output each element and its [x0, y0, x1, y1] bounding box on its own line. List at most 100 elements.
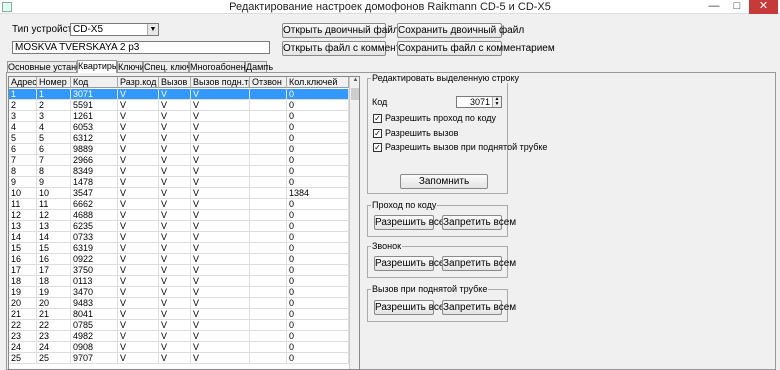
- table-cell[interactable]: 0: [287, 122, 349, 133]
- table-row[interactable]: 15 15 6319 V V V 0: [9, 243, 349, 254]
- table-cell[interactable]: 24: [37, 342, 71, 353]
- table-cell[interactable]: 6235: [71, 221, 118, 232]
- table-cell[interactable]: 1: [37, 89, 71, 100]
- table-cell[interactable]: V: [118, 122, 159, 133]
- table-cell[interactable]: 1: [9, 89, 37, 100]
- table-cell[interactable]: [250, 320, 287, 331]
- table-cell[interactable]: 2: [37, 100, 71, 111]
- allow-handset-call-label[interactable]: Разрешить вызов при поднятой трубке: [385, 142, 547, 152]
- table-row[interactable]: 24 24 0908 V V V 0: [9, 342, 349, 353]
- open-commented-button[interactable]: Открыть файл с комментарием: [282, 41, 429, 56]
- table-cell[interactable]: [250, 309, 287, 320]
- table-cell[interactable]: 0: [287, 155, 349, 166]
- table-cell[interactable]: V: [191, 122, 250, 133]
- table-cell[interactable]: 0: [287, 221, 349, 232]
- table-cell[interactable]: 10: [37, 188, 71, 199]
- table-cell[interactable]: 25: [37, 353, 71, 364]
- table-cell[interactable]: 0: [287, 133, 349, 144]
- table-cell[interactable]: V: [159, 133, 191, 144]
- table-cell[interactable]: 4688: [71, 210, 118, 221]
- table-cell[interactable]: 3071: [71, 89, 118, 100]
- table-cell[interactable]: [250, 166, 287, 177]
- table-cell[interactable]: [250, 133, 287, 144]
- column-header[interactable]: Вызов подн.тр.: [191, 77, 250, 88]
- table-cell[interactable]: V: [159, 331, 191, 342]
- table-cell[interactable]: [250, 111, 287, 122]
- table-cell[interactable]: V: [191, 309, 250, 320]
- table-cell[interactable]: [250, 265, 287, 276]
- table-cell[interactable]: 6312: [71, 133, 118, 144]
- table-cell[interactable]: V: [159, 254, 191, 265]
- column-header[interactable]: Адрес: [9, 77, 37, 88]
- table-cell[interactable]: V: [118, 331, 159, 342]
- table-cell[interactable]: [250, 287, 287, 298]
- table-cell[interactable]: V: [159, 155, 191, 166]
- table-cell[interactable]: 22: [37, 320, 71, 331]
- table-cell[interactable]: 0: [287, 320, 349, 331]
- table-cell[interactable]: 0785: [71, 320, 118, 331]
- table-cell[interactable]: 0: [287, 287, 349, 298]
- table-cell[interactable]: 4: [9, 122, 37, 133]
- table-cell[interactable]: 21: [9, 309, 37, 320]
- table-cell[interactable]: 3: [9, 111, 37, 122]
- table-cell[interactable]: V: [191, 210, 250, 221]
- tab-flats[interactable]: Квартиры: [77, 60, 118, 73]
- table-cell[interactable]: V: [159, 100, 191, 111]
- table-cell[interactable]: V: [159, 265, 191, 276]
- table-cell[interactable]: 0: [287, 276, 349, 287]
- table-cell[interactable]: 0: [287, 166, 349, 177]
- table-cell[interactable]: 0: [287, 199, 349, 210]
- table-cell[interactable]: 3750: [71, 265, 118, 276]
- table-row[interactable]: 16 16 0922 V V V 0: [9, 254, 349, 265]
- allow-code-checkbox[interactable]: ✓: [373, 114, 382, 123]
- table-cell[interactable]: 14: [37, 232, 71, 243]
- table-cell[interactable]: V: [159, 89, 191, 100]
- table-cell[interactable]: 14: [9, 232, 37, 243]
- table-cell[interactable]: V: [118, 353, 159, 364]
- table-cell[interactable]: V: [191, 89, 250, 100]
- table-row[interactable]: 4 4 6053 V V V 0: [9, 122, 349, 133]
- table-cell[interactable]: 11: [9, 199, 37, 210]
- save-binary-button[interactable]: Сохранить двоичный файл: [397, 23, 524, 38]
- table-cell[interactable]: [250, 353, 287, 364]
- allow-all-ring-button[interactable]: Разрешить всем: [374, 256, 451, 271]
- table-cell[interactable]: 0922: [71, 254, 118, 265]
- column-header[interactable]: Вызов: [159, 77, 191, 88]
- table-cell[interactable]: 0: [287, 111, 349, 122]
- code-spinner[interactable]: 3071 ▲ ▼: [456, 96, 502, 108]
- table-cell[interactable]: V: [118, 243, 159, 254]
- table-row[interactable]: 14 14 0733 V V V 0: [9, 232, 349, 243]
- table-cell[interactable]: 3470: [71, 287, 118, 298]
- table-cell[interactable]: V: [159, 320, 191, 331]
- table-cell[interactable]: V: [159, 166, 191, 177]
- table-cell[interactable]: V: [191, 166, 250, 177]
- table-cell[interactable]: [250, 232, 287, 243]
- table-row[interactable]: 1 1 3071 V V V 0: [9, 89, 349, 100]
- table-cell[interactable]: 9: [9, 177, 37, 188]
- table-cell[interactable]: V: [191, 254, 250, 265]
- table-cell[interactable]: 0733: [71, 232, 118, 243]
- table-cell[interactable]: 11: [37, 199, 71, 210]
- table-row[interactable]: 19 19 3470 V V V 0: [9, 287, 349, 298]
- table-cell[interactable]: V: [159, 232, 191, 243]
- table-cell[interactable]: 10: [9, 188, 37, 199]
- table-cell[interactable]: V: [118, 232, 159, 243]
- table-cell[interactable]: V: [118, 210, 159, 221]
- table-cell[interactable]: 0: [287, 342, 349, 353]
- table-cell[interactable]: 23: [9, 331, 37, 342]
- allow-call-checkbox[interactable]: ✓: [373, 129, 382, 138]
- table-row[interactable]: 2 2 5591 V V V 0: [9, 100, 349, 111]
- table-cell[interactable]: [250, 331, 287, 342]
- table-cell[interactable]: V: [118, 298, 159, 309]
- table-row[interactable]: 7 7 2966 V V V 0: [9, 155, 349, 166]
- deny-all-code-button[interactable]: Запретить всем: [442, 215, 516, 230]
- table-cell[interactable]: V: [191, 232, 250, 243]
- table-row[interactable]: 25 25 9707 V V V 0: [9, 353, 349, 364]
- table-cell[interactable]: 20: [9, 298, 37, 309]
- table-cell[interactable]: V: [118, 309, 159, 320]
- table-cell[interactable]: V: [159, 276, 191, 287]
- table-cell[interactable]: V: [118, 188, 159, 199]
- allow-handset-call-checkbox[interactable]: ✓: [373, 143, 382, 152]
- table-cell[interactable]: V: [118, 276, 159, 287]
- table-cell[interactable]: V: [159, 188, 191, 199]
